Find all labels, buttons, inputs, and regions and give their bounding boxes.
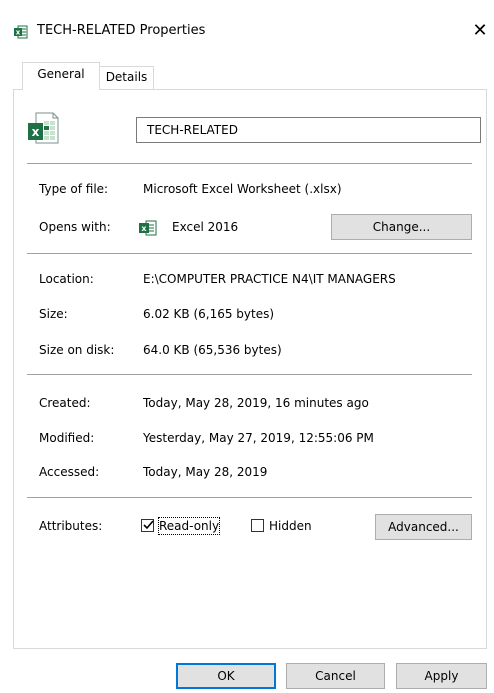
size-value: 6.02 KB (6,165 bytes) bbox=[143, 307, 275, 321]
read-only-label[interactable]: Read-only bbox=[157, 517, 221, 535]
separator bbox=[27, 253, 472, 254]
excel-app-icon: x bbox=[139, 220, 157, 236]
opens-with-value: Excel 2016 bbox=[172, 220, 239, 234]
general-panel bbox=[13, 89, 487, 649]
attributes-label: Attributes: bbox=[39, 519, 103, 533]
separator bbox=[27, 163, 472, 164]
excel-icon: x bbox=[14, 25, 28, 39]
ok-button[interactable]: OK bbox=[176, 663, 276, 689]
accessed-value: Today, May 28, 2019 bbox=[143, 465, 268, 479]
accessed-label: Accessed: bbox=[39, 465, 100, 479]
apply-button[interactable]: Apply bbox=[396, 663, 487, 689]
close-icon[interactable]: ✕ bbox=[470, 20, 490, 42]
hidden-label[interactable]: Hidden bbox=[269, 518, 312, 534]
svg-text:x: x bbox=[141, 224, 147, 233]
tab-strip: General Details bbox=[10, 62, 486, 90]
type-label: Type of file: bbox=[39, 182, 109, 196]
created-value: Today, May 28, 2019, 16 minutes ago bbox=[143, 396, 369, 410]
title-bar: x TECH-RELATED Properties ✕ bbox=[0, 0, 494, 60]
read-only-checkbox[interactable] bbox=[141, 519, 154, 532]
svg-text:x: x bbox=[16, 29, 21, 37]
svg-text:x: x bbox=[32, 125, 40, 139]
tab-general[interactable]: General bbox=[22, 62, 100, 90]
size-on-disk-value: 64.0 KB (65,536 bytes) bbox=[143, 343, 282, 357]
created-label: Created: bbox=[39, 396, 91, 410]
cancel-button[interactable]: Cancel bbox=[286, 663, 385, 689]
excel-file-icon: x bbox=[28, 112, 59, 144]
tab-details[interactable]: Details bbox=[100, 66, 154, 89]
window-title: TECH-RELATED Properties bbox=[37, 23, 206, 38]
size-on-disk-label: Size on disk: bbox=[39, 343, 115, 357]
check-icon bbox=[143, 520, 154, 530]
change-button[interactable]: Change... bbox=[331, 214, 472, 240]
advanced-button[interactable]: Advanced... bbox=[375, 514, 472, 540]
hidden-checkbox[interactable] bbox=[251, 519, 264, 532]
type-value: Microsoft Excel Worksheet (.xlsx) bbox=[143, 182, 342, 196]
opens-with-label: Opens with: bbox=[39, 220, 111, 234]
size-label: Size: bbox=[39, 307, 68, 321]
file-name-input[interactable]: TECH-RELATED bbox=[136, 117, 481, 143]
location-value: E:\COMPUTER PRACTICE N4\IT MANAGERS bbox=[143, 272, 396, 286]
separator bbox=[27, 497, 472, 498]
location-label: Location: bbox=[39, 272, 94, 286]
modified-label: Modified: bbox=[39, 431, 95, 445]
separator bbox=[27, 374, 472, 375]
modified-value: Yesterday, May 27, 2019, 12:55:06 PM bbox=[143, 431, 374, 445]
